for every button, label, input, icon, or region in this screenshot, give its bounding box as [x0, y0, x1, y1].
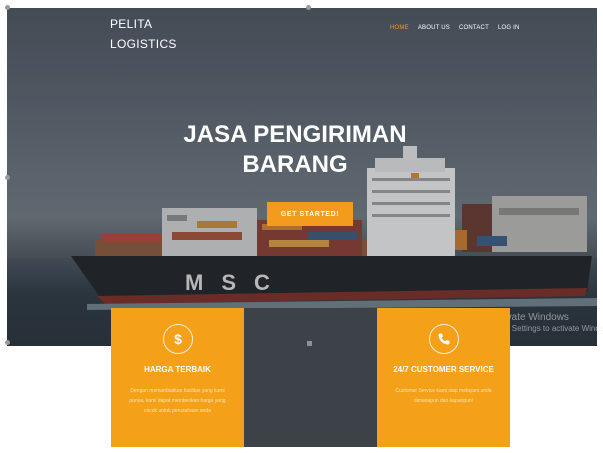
nav-contact[interactable]: CONTACT	[459, 25, 489, 31]
placeholder-marker	[307, 341, 312, 346]
hero-title: JASA PENGIRIMAN BARANG	[150, 120, 440, 180]
resize-handle[interactable]	[5, 340, 10, 345]
hero-title-line1: JASA PENGIRIMAN	[183, 121, 407, 148]
feature-card-support: 24/7 CUSTOMER SERVICE Customer Service k…	[377, 308, 510, 447]
get-started-button[interactable]: GET STARTED!	[267, 202, 353, 226]
svg-text:$: $	[174, 331, 182, 347]
resize-handle[interactable]	[5, 175, 10, 180]
feature-card-placeholder	[244, 308, 377, 447]
feature-description: Customer Service kami siap melayani anda…	[395, 388, 492, 404]
feature-card-price: $ HARGA TERBAIK Dengan memanfaatkan fasi…	[111, 308, 244, 447]
dollar-icon: $	[162, 324, 193, 354]
nav-about-us[interactable]: ABOUT US	[418, 25, 450, 31]
phone-icon	[428, 324, 459, 354]
resize-handle[interactable]	[5, 5, 10, 10]
feature-description: Dengan memanfaatkan fasilitas yang kami …	[129, 388, 226, 414]
main-nav: HOME ABOUT US CONTACT LOG IN	[390, 25, 528, 31]
feature-title: HARGA TERBAIK	[144, 365, 211, 374]
nav-log-in[interactable]: LOG IN	[498, 25, 520, 31]
hero-title-line2: BARANG	[242, 151, 348, 178]
nav-home[interactable]: HOME	[390, 25, 409, 31]
feature-title: 24/7 CUSTOMER SERVICE	[393, 365, 494, 374]
resize-handle[interactable]	[306, 5, 311, 10]
site-logo[interactable]: PELITA LOGISTICS	[110, 14, 177, 54]
brand-line1: PELITA	[110, 17, 153, 31]
brand-line2: LOGISTICS	[110, 37, 177, 51]
